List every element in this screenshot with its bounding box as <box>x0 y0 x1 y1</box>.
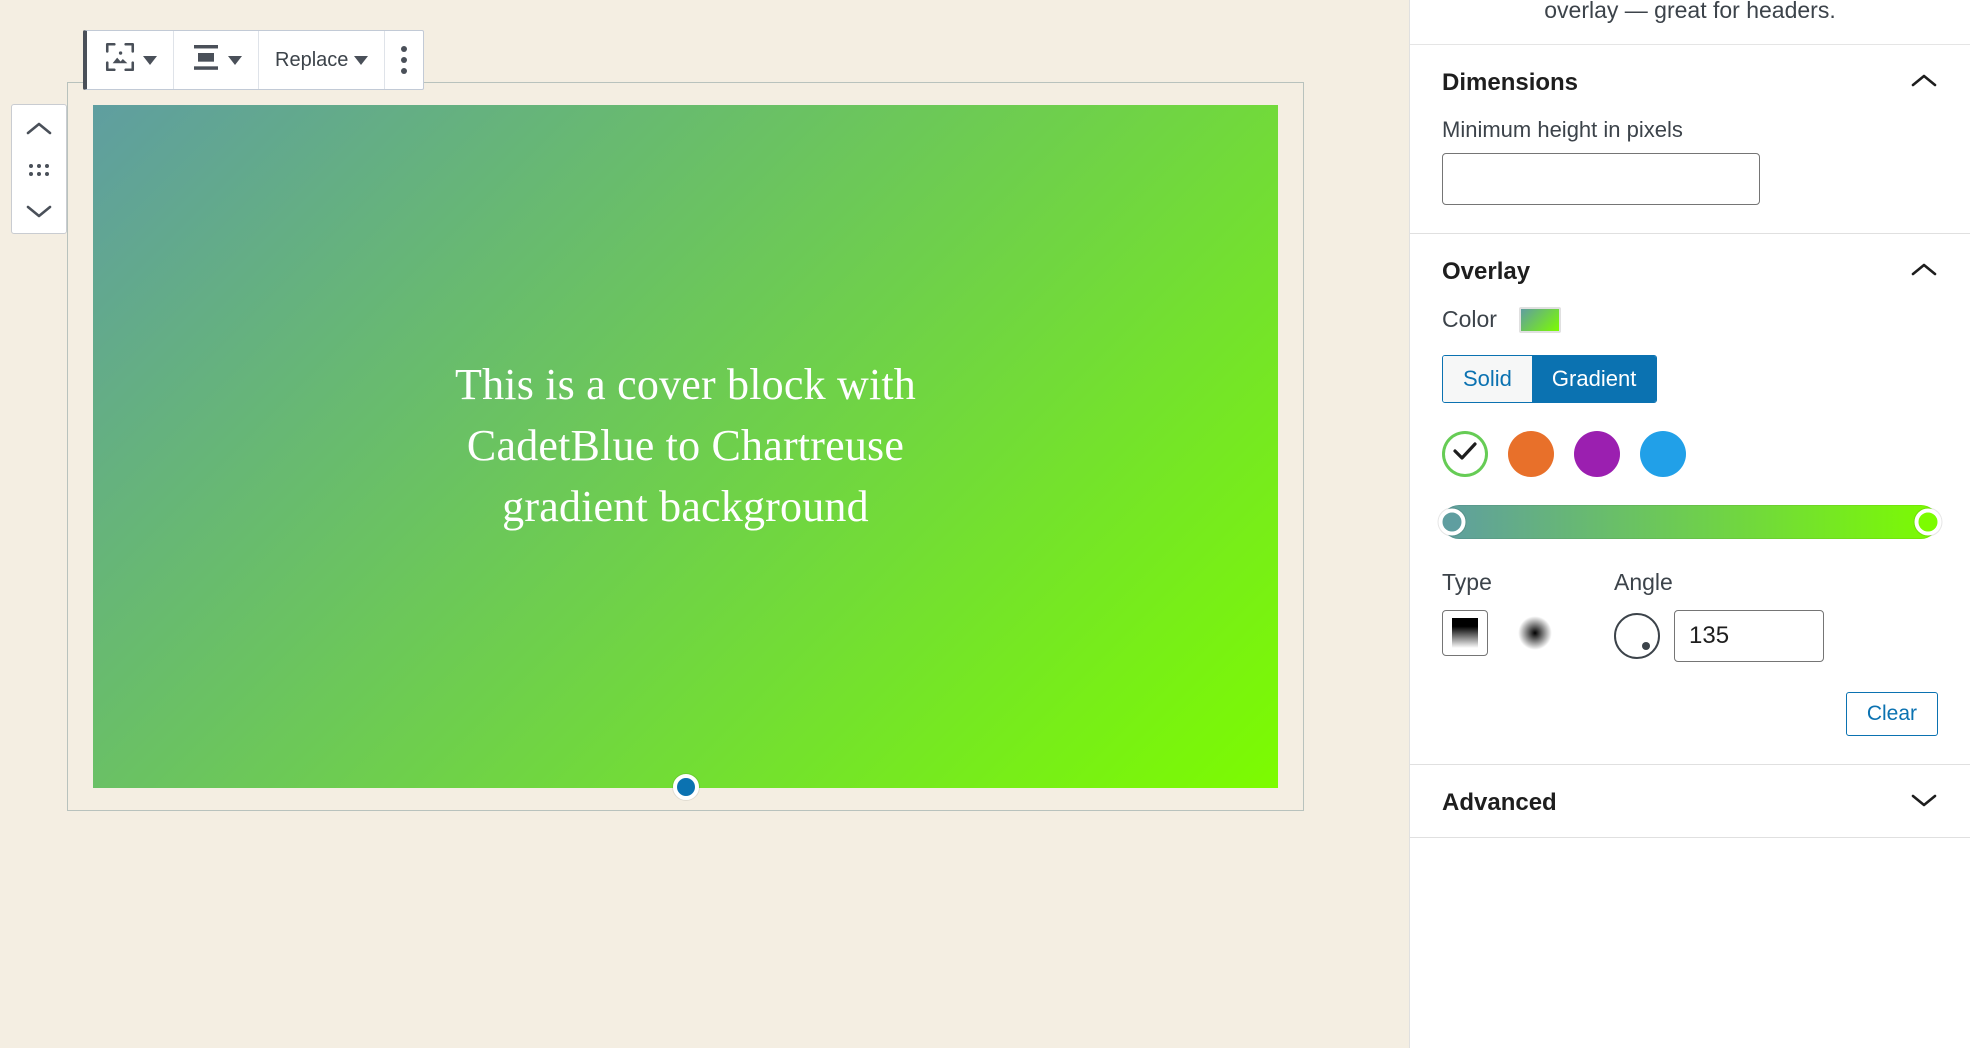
panel-dimensions-header[interactable]: Dimensions <box>1442 45 1938 117</box>
panel-dimensions-body: Minimum height in pixels <box>1442 117 1938 233</box>
clear-button[interactable]: Clear <box>1845 691 1938 736</box>
drag-handle-icon[interactable] <box>28 163 50 177</box>
chevron-up-icon[interactable] <box>1910 261 1938 284</box>
overlay-color-swatch[interactable] <box>1518 306 1561 333</box>
cover-block-selection-frame: This is a cover block with CadetBlue to … <box>67 82 1304 811</box>
gradient-angle-row <box>1614 609 1824 662</box>
chevron-down-icon <box>228 55 242 65</box>
chevron-up-icon <box>26 121 52 137</box>
gradient-preset-purple[interactable] <box>1574 430 1620 477</box>
min-height-label: Minimum height in pixels <box>1442 117 1683 143</box>
toolbar-group-replace: Replace <box>259 31 386 89</box>
gradient-stop-slider[interactable] <box>1438 504 1942 539</box>
gradient-preset-row <box>1442 430 1938 477</box>
chevron-down-icon <box>354 55 369 65</box>
gradient-stop-end[interactable] <box>1914 508 1942 536</box>
panel-dimensions-title: Dimensions <box>1442 69 1579 97</box>
linear-gradient-type-button[interactable] <box>1442 609 1488 656</box>
radial-gradient-icon <box>1518 615 1552 650</box>
cover-block-text[interactable]: This is a cover block with CadetBlue to … <box>406 355 966 537</box>
replace-label: Replace <box>275 48 349 71</box>
tab-solid[interactable]: Solid <box>1443 356 1532 402</box>
block-description-text: overlay — great for headers. <box>1544 0 1836 23</box>
angle-dial[interactable] <box>1614 612 1660 659</box>
gradient-preset-orange[interactable] <box>1508 430 1554 477</box>
gradient-type-column: Type <box>1442 569 1558 662</box>
tab-gradient[interactable]: Gradient <box>1531 356 1657 402</box>
panel-advanced-header[interactable]: Advanced <box>1442 765 1938 837</box>
overlay-color-label: Color <box>1442 306 1497 333</box>
gradient-type-label: Type <box>1442 568 1492 595</box>
overlay-color-row: Color <box>1442 306 1938 333</box>
more-options-button[interactable] <box>391 36 417 84</box>
overlay-type-toggle: Solid Gradient <box>1442 355 1658 403</box>
cover-block[interactable]: This is a cover block with CadetBlue to … <box>93 105 1278 800</box>
chevron-down-icon[interactable] <box>1910 791 1938 814</box>
block-toolbar: Replace <box>83 30 425 90</box>
gradient-type-buttons <box>1442 609 1558 656</box>
panel-overlay-body: Color Solid Gradient Type Angle 135 Clea… <box>1438 306 1942 764</box>
editor-canvas: Replace This is a cover block with Cadet… <box>0 0 1409 1048</box>
gradient-stop-start[interactable] <box>1438 508 1466 536</box>
block-type-button[interactable] <box>93 36 167 84</box>
angle-dial-knob <box>1642 642 1651 651</box>
cover-resize-handle[interactable] <box>672 774 699 800</box>
check-icon <box>1452 440 1478 467</box>
angle-input[interactable] <box>1674 609 1824 662</box>
move-up-button[interactable] <box>19 113 59 145</box>
replace-button[interactable]: Replace <box>265 36 378 84</box>
cover-block-icon <box>103 40 137 80</box>
gradient-preset-blue[interactable] <box>1640 430 1686 477</box>
panel-advanced: Advanced <box>1410 765 1970 838</box>
vertical-align-center-icon <box>190 42 222 78</box>
panel-overlay-title: Overlay <box>1442 258 1531 286</box>
gradient-angle-column: Angle <box>1614 569 1824 662</box>
panel-dimensions: Dimensions Minimum height in pixels <box>1410 45 1970 235</box>
settings-sidebar: overlay — great for headers. Dimensions … <box>1409 0 1970 1048</box>
toolbar-group-block-type <box>87 31 174 89</box>
kebab-menu-icon <box>401 46 408 74</box>
panel-overlay: Overlay Color Solid Gradient Type Angle … <box>1410 234 1970 765</box>
move-down-button[interactable] <box>19 195 59 227</box>
gradient-preset-selected[interactable] <box>1442 430 1488 477</box>
min-height-input[interactable] <box>1442 153 1760 206</box>
block-mover <box>11 104 67 234</box>
block-description-panel: overlay — great for headers. <box>1410 0 1970 46</box>
chevron-down-icon <box>26 203 52 219</box>
radial-gradient-type-button[interactable] <box>1512 610 1558 656</box>
linear-gradient-icon <box>1452 617 1478 648</box>
gradient-angle-label: Angle <box>1614 568 1673 595</box>
toolbar-group-alignment <box>174 31 259 89</box>
vertical-align-button[interactable] <box>180 36 252 84</box>
clear-row: Clear <box>1442 691 1938 736</box>
chevron-up-icon[interactable] <box>1910 72 1938 95</box>
chevron-down-icon <box>143 55 157 65</box>
gradient-type-angle-row: Type Angle <box>1442 569 1938 662</box>
panel-overlay-header[interactable]: Overlay <box>1442 234 1938 306</box>
toolbar-group-more <box>385 31 423 89</box>
panel-advanced-title: Advanced <box>1442 788 1557 816</box>
